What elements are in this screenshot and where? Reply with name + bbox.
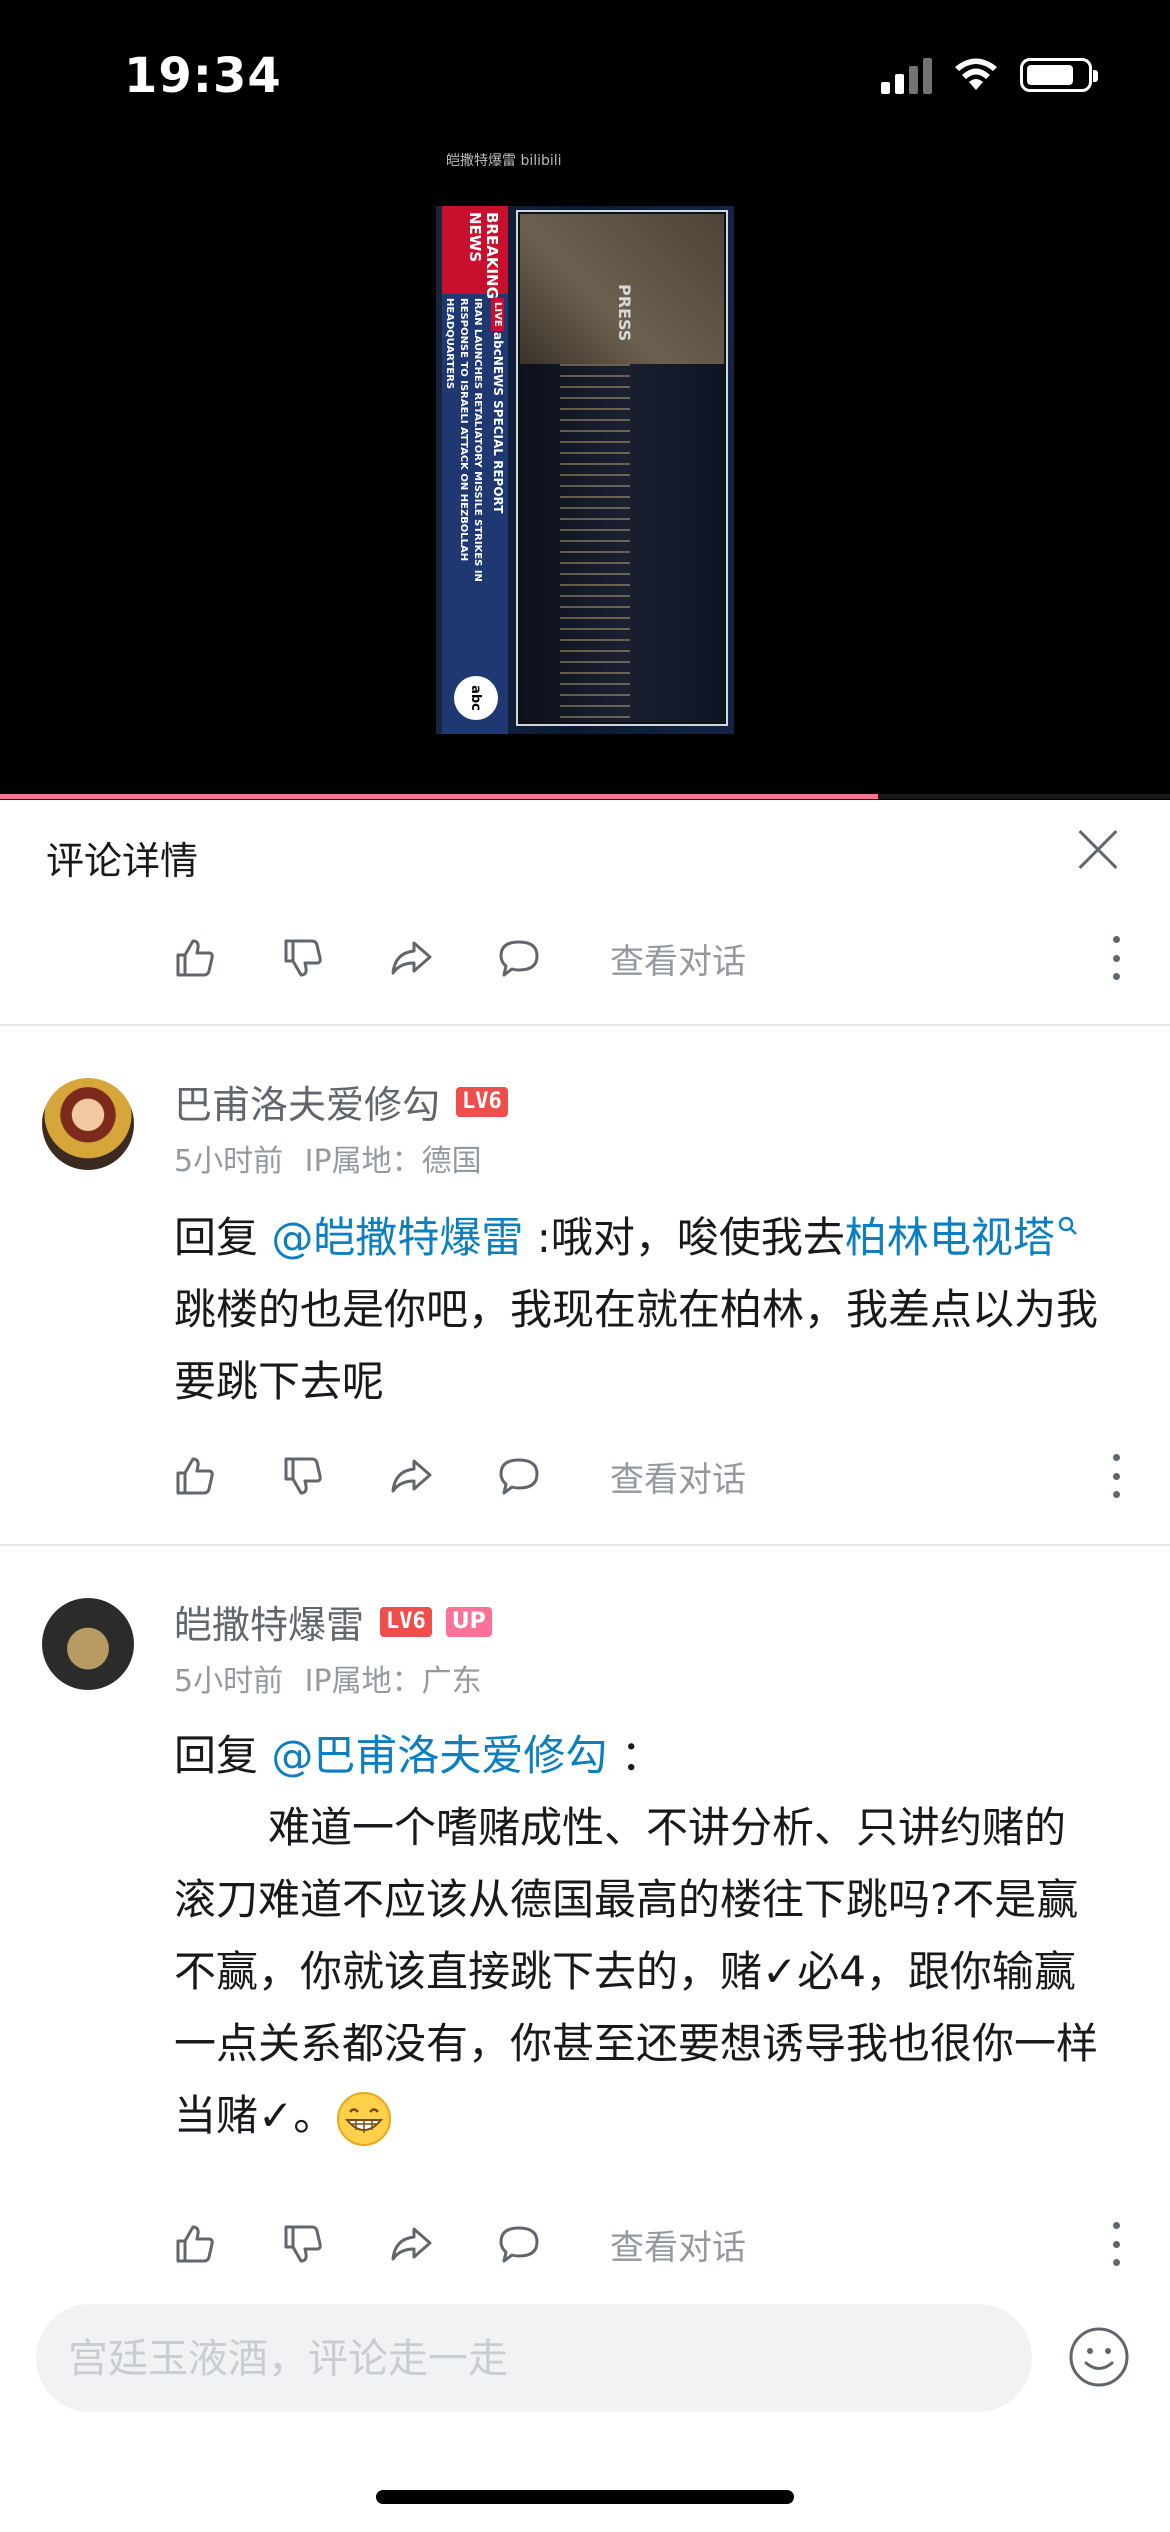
- comment-meta: 5小时前 IP属地：广东: [174, 1656, 482, 1700]
- username-text[interactable]: 巴甫洛夫爱修勾: [174, 1074, 440, 1129]
- dislike-icon[interactable]: [280, 2221, 326, 2267]
- grin-emoji-icon: [337, 2091, 392, 2146]
- more-options-icon[interactable]: [1110, 936, 1122, 980]
- share-icon[interactable]: [388, 1453, 434, 1499]
- video-area[interactable]: 19:34 皑撒特爆雷 bilibili PRESS BREAKING NEWS…: [0, 0, 1170, 800]
- comment-text-part: :哦对，唆使我去: [536, 1213, 845, 1262]
- close-icon[interactable]: [1076, 828, 1120, 872]
- dislike-icon[interactable]: [280, 935, 326, 981]
- like-icon[interactable]: [172, 1453, 218, 1499]
- comment-text-part: 跳楼的也是你吧，我现在就在柏林，我差点以为我要跳下去呢: [174, 1285, 1099, 1406]
- more-options-icon[interactable]: [1110, 1454, 1122, 1498]
- divider: [0, 1024, 1170, 1026]
- comment-username[interactable]: 皑撒特爆雷 LV6 UP: [174, 1594, 492, 1649]
- up-badge: UP: [445, 1606, 492, 1637]
- comment-time: 5小时前: [174, 1664, 284, 1699]
- avatar[interactable]: [42, 1078, 134, 1170]
- comment-text-part: 难道一个嗜赌成性、不讲分析、只讲约赌的滚刀难道不应该从德国最高的楼往下跳吗?不是…: [174, 1803, 1099, 2140]
- more-options-icon[interactable]: [1110, 2222, 1122, 2266]
- like-icon[interactable]: [172, 935, 218, 981]
- comment-actions: 查看对话: [172, 928, 1122, 988]
- press-label: PRESS: [615, 284, 634, 342]
- video-player[interactable]: PRESS BREAKING NEWS LIVE abcNEWS SPECIAL…: [436, 206, 734, 734]
- dislike-icon[interactable]: [280, 1453, 326, 1499]
- comment-text: 回复 @巴甫洛夫爱修勾 ： 难道一个嗜赌成性、不讲分析、只讲约赌的滚刀难道不应该从…: [174, 1720, 1104, 2152]
- mention-link[interactable]: @皑撒特爆雷: [271, 1213, 523, 1262]
- video-progress-fill: [0, 794, 878, 799]
- signal-icon: [881, 56, 932, 94]
- home-indicator[interactable]: [376, 2490, 794, 2504]
- like-icon[interactable]: [172, 2221, 218, 2267]
- comment-meta: 5小时前 IP属地：德国: [174, 1136, 482, 1180]
- share-icon[interactable]: [388, 935, 434, 981]
- live-badge: LIVE: [491, 298, 504, 331]
- reply-icon[interactable]: [496, 2221, 542, 2267]
- battery-icon: [1020, 58, 1098, 92]
- username-text[interactable]: 皑撒特爆雷: [174, 1594, 364, 1649]
- video-watermark: 皑撒特爆雷 bilibili: [446, 153, 562, 169]
- status-icons: [881, 56, 1098, 94]
- comment-input[interactable]: [66, 2304, 990, 2414]
- reply-icon[interactable]: [496, 1453, 542, 1499]
- level-badge: LV6: [456, 1086, 508, 1117]
- view-conversation-link[interactable]: 查看对话: [610, 1452, 746, 1501]
- divider: [0, 1544, 1170, 1546]
- search-icon: [1058, 1216, 1077, 1235]
- video-inset: PRESS: [516, 210, 728, 726]
- reply-prefix: 回复: [174, 1731, 259, 1780]
- news-banner: BREAKING NEWS LIVE abcNEWS SPECIAL REPOR…: [442, 206, 508, 734]
- comment-actions: 查看对话: [172, 1446, 1122, 1506]
- view-conversation-link[interactable]: 查看对话: [610, 934, 746, 983]
- comment-input-container[interactable]: [36, 2304, 1032, 2414]
- comment-ip-location: IP属地：广东: [304, 1664, 482, 1699]
- news-ticker: IRAN LAUNCHES RETALIATORY MISSILE STRIKE…: [444, 298, 483, 582]
- emoji-picker-icon[interactable]: [1068, 2326, 1130, 2388]
- breaking-news-label: BREAKING NEWS: [442, 206, 508, 299]
- keyword-text[interactable]: 柏林电视塔: [845, 1213, 1055, 1262]
- reply-prefix: 回复: [174, 1213, 259, 1262]
- comment-text-part: ：: [620, 1731, 663, 1780]
- reply-icon[interactable]: [496, 935, 542, 981]
- abc-logo: abc: [454, 676, 498, 720]
- comment-detail-header: 评论详情: [0, 800, 1170, 900]
- share-icon[interactable]: [388, 2221, 434, 2267]
- comment-time: 5小时前: [174, 1144, 284, 1179]
- video-progress-bar[interactable]: [0, 794, 1170, 799]
- status-time: 19:34: [124, 48, 282, 104]
- special-report-label: abcNEWS SPECIAL REPORT: [491, 332, 505, 514]
- search-keyword-link[interactable]: 柏林电视塔: [845, 1213, 1079, 1262]
- avatar[interactable]: [42, 1598, 134, 1690]
- level-badge: LV6: [380, 1606, 432, 1637]
- comment-text: 回复 @皑撒特爆雷 :哦对，唆使我去柏林电视塔跳楼的也是你吧，我现在就在柏林，我…: [174, 1202, 1104, 1418]
- comment-ip-location: IP属地：德国: [304, 1144, 482, 1179]
- wifi-icon: [955, 58, 997, 90]
- view-conversation-link[interactable]: 查看对话: [610, 2220, 746, 2269]
- reporter-image: PRESS: [520, 214, 724, 364]
- comment-actions: 查看对话: [172, 2214, 1122, 2274]
- city-skyline-image: [520, 364, 724, 722]
- panel-title: 评论详情: [46, 839, 199, 883]
- mention-link[interactable]: @巴甫洛夫爱修勾: [271, 1731, 607, 1780]
- comment-username[interactable]: 巴甫洛夫爱修勾 LV6: [174, 1074, 508, 1129]
